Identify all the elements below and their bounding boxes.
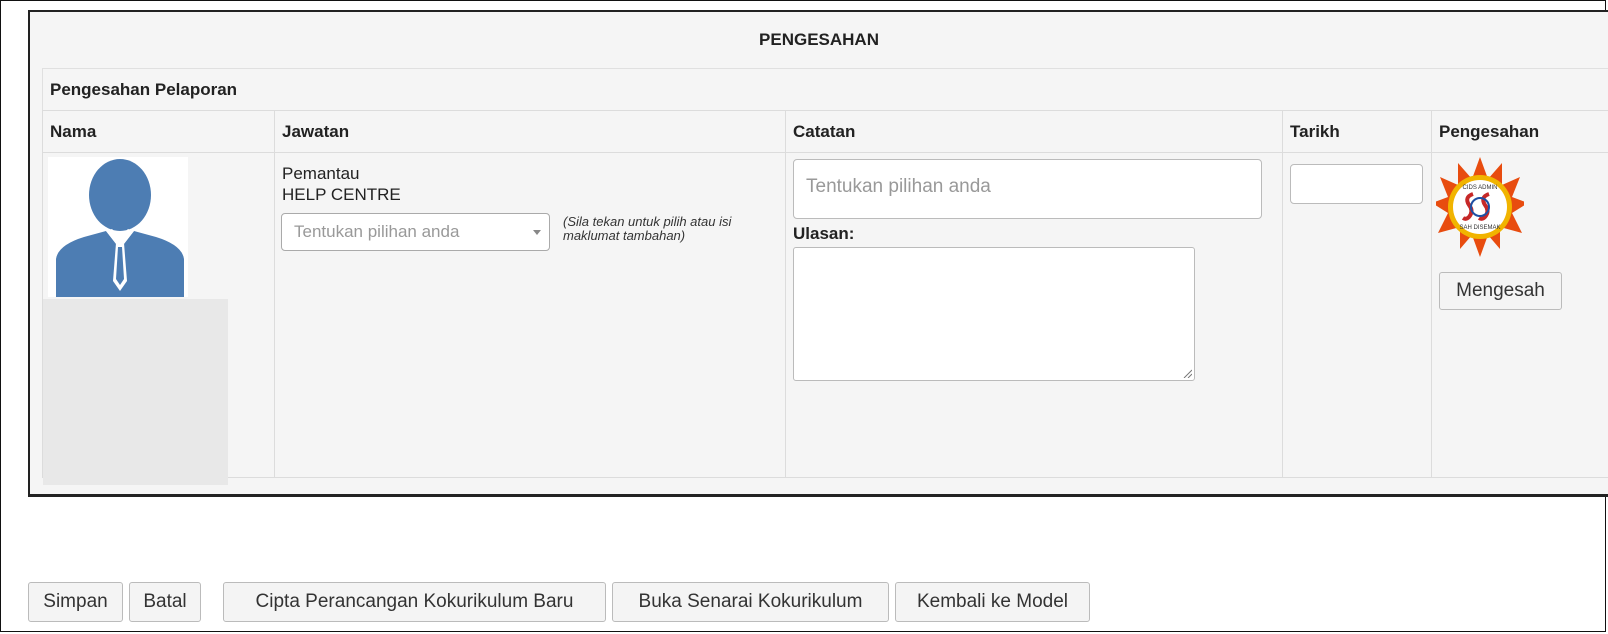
header-catatan: Catatan (785, 111, 1282, 153)
resize-grip-icon[interactable] (1182, 368, 1192, 378)
approval-stamp-icon: CIDS ADMIN SAH DISEMAK (1432, 157, 1528, 267)
pengesahan-panel: PENGESAHAN Pengesahan Pelaporan Nama Jaw… (28, 10, 1608, 497)
header-tarikh: Tarikh (1282, 111, 1431, 153)
jawatan-text: Pemantau HELP CENTRE (282, 163, 401, 205)
nama-cell (42, 153, 274, 485)
catatan-placeholder: Tentukan pilihan anda (806, 176, 991, 197)
select-hint: (Sila tekan untuk pilih atau isi makluma… (563, 214, 732, 243)
avatar-placeholder (43, 299, 228, 485)
simpan-button[interactable]: Simpan (28, 582, 123, 622)
ulasan-textarea[interactable] (793, 247, 1195, 381)
table-header-row: Nama Jawatan Catatan Tarikh Pengesahan (42, 110, 1608, 153)
buka-senarai-button[interactable]: Buka Senarai Kokurikulum (612, 582, 889, 622)
catatan-select[interactable]: Tentukan pilihan anda (793, 159, 1262, 219)
ulasan-label: Ulasan: (793, 224, 855, 243)
pengesahan-cell: CIDS ADMIN SAH DISEMAK Mengesah (1431, 153, 1608, 477)
jawatan-role: Pemantau (282, 164, 360, 183)
panel-title: PENGESAHAN (759, 30, 879, 49)
batal-button[interactable]: Batal (129, 582, 201, 622)
jawatan-unit: HELP CENTRE (282, 185, 401, 204)
tarikh-cell (1282, 153, 1431, 477)
catatan-cell: Tentukan pilihan anda Ulasan: (785, 153, 1282, 477)
stamp-text-top: CIDS ADMIN (1462, 185, 1497, 191)
stamp-text-bottom: SAH DISEMAK (1459, 225, 1500, 231)
header-nama: Nama (42, 111, 274, 153)
chevron-down-icon (533, 230, 541, 235)
cipta-perancangan-button[interactable]: Cipta Perancangan Kokurikulum Baru (223, 582, 606, 622)
user-avatar-icon (48, 157, 188, 297)
header-pengesahan: Pengesahan (1431, 111, 1608, 153)
section-title: Pengesahan Pelaporan (42, 68, 1608, 110)
jawatan-select[interactable]: Tentukan pilihan anda (281, 213, 550, 251)
table-row: Pemantau HELP CENTRE Tentukan pilihan an… (42, 152, 1608, 485)
kembali-button[interactable]: Kembali ke Model (895, 582, 1090, 622)
header-jawatan: Jawatan (274, 111, 785, 153)
jawatan-cell: Pemantau HELP CENTRE Tentukan pilihan an… (274, 153, 785, 477)
tarikh-input[interactable] (1290, 164, 1423, 204)
mengesah-button[interactable]: Mengesah (1439, 272, 1562, 310)
jawatan-select-placeholder: Tentukan pilihan anda (294, 222, 460, 241)
